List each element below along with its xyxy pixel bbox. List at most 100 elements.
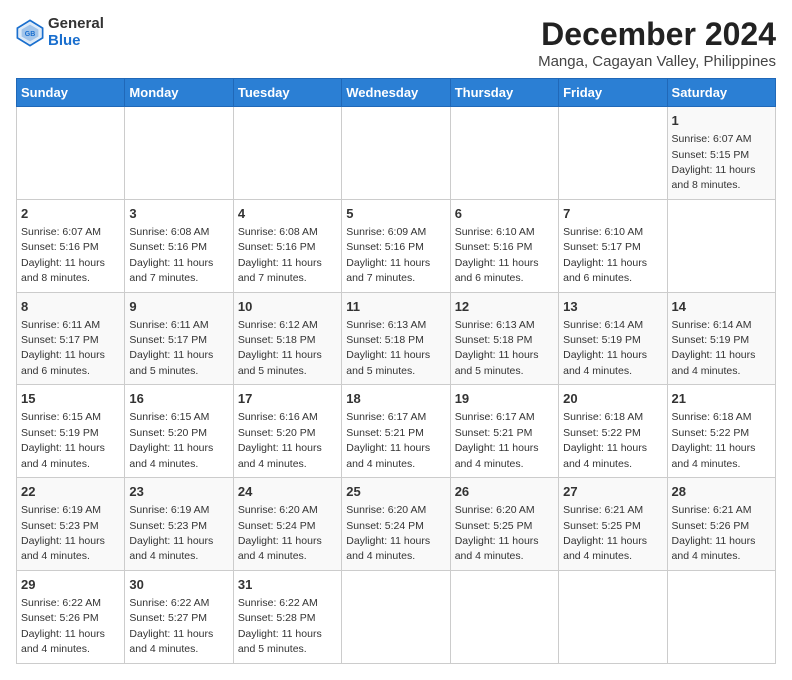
weekday-header: Wednesday <box>342 79 450 107</box>
calendar-week-row: 22 Sunrise: 6:19 AMSunset: 5:23 PMDayligh… <box>17 478 776 571</box>
day-number: 3 <box>129 205 228 223</box>
day-number: 23 <box>129 483 228 501</box>
calendar-week-row: 29 Sunrise: 6:22 AMSunset: 5:26 PMDayligh… <box>17 570 776 663</box>
day-cell: 19 Sunrise: 6:17 AMSunset: 5:21 PMDayligh… <box>450 385 558 478</box>
day-number: 7 <box>563 205 662 223</box>
day-info: Sunrise: 6:08 AMSunset: 5:16 PMDaylight:… <box>129 226 213 284</box>
page-header: GB General Blue December 2024 Manga, Cag… <box>16 16 776 70</box>
day-cell: 1 Sunrise: 6:07 AMSunset: 5:15 PMDaylight… <box>667 107 775 200</box>
day-info: Sunrise: 6:11 AMSunset: 5:17 PMDaylight:… <box>129 319 213 377</box>
day-cell: 27 Sunrise: 6:21 AMSunset: 5:25 PMDayligh… <box>559 478 667 571</box>
day-cell: 24 Sunrise: 6:20 AMSunset: 5:24 PMDayligh… <box>233 478 341 571</box>
calendar-week-row: 8 Sunrise: 6:11 AMSunset: 5:17 PMDaylight… <box>17 292 776 385</box>
day-number: 4 <box>238 205 337 223</box>
day-cell: 5 Sunrise: 6:09 AMSunset: 5:16 PMDaylight… <box>342 199 450 292</box>
empty-day-cell <box>17 107 125 200</box>
day-cell: 4Sunrise: 6:08 AMSunset: 5:16 PMDaylight… <box>233 199 341 292</box>
empty-day-cell <box>450 570 558 663</box>
day-info: Sunrise: 6:18 AMSunset: 5:22 PMDaylight:… <box>563 411 647 469</box>
day-info: Sunrise: 6:07 AMSunset: 5:15 PMDaylight:… <box>672 133 756 191</box>
weekday-header-row: SundayMondayTuesdayWednesdayThursdayFrid… <box>17 79 776 107</box>
day-number: 21 <box>672 390 771 408</box>
day-cell: 17Sunrise: 6:16 AMSunset: 5:20 PMDayligh… <box>233 385 341 478</box>
day-info: Sunrise: 6:15 AMSunset: 5:19 PMDaylight:… <box>21 411 105 469</box>
day-cell: 2 Sunrise: 6:07 AMSunset: 5:16 PMDaylight… <box>17 199 125 292</box>
day-cell: 25 Sunrise: 6:20 AMSunset: 5:24 PMDayligh… <box>342 478 450 571</box>
day-number: 29 <box>21 576 120 594</box>
day-number: 11 <box>346 298 445 316</box>
day-info: Sunrise: 6:22 AMSunset: 5:27 PMDaylight:… <box>129 597 213 655</box>
day-info: Sunrise: 6:13 AMSunset: 5:18 PMDaylight:… <box>346 319 430 377</box>
day-number: 16 <box>129 390 228 408</box>
day-number: 15 <box>21 390 120 408</box>
day-number: 30 <box>129 576 228 594</box>
day-info: Sunrise: 6:10 AMSunset: 5:17 PMDaylight:… <box>563 226 647 284</box>
day-info: Sunrise: 6:12 AMSunset: 5:18 PMDaylight:… <box>238 319 322 377</box>
day-info: Sunrise: 6:17 AMSunset: 5:21 PMDaylight:… <box>346 411 430 469</box>
day-number: 17 <box>238 390 337 408</box>
logo-general: General <box>48 16 104 33</box>
day-cell: 28Sunrise: 6:21 AMSunset: 5:26 PMDayligh… <box>667 478 775 571</box>
logo-blue: Blue <box>48 33 104 50</box>
day-number: 1 <box>672 112 771 130</box>
empty-day-cell <box>559 570 667 663</box>
day-number: 31 <box>238 576 337 594</box>
day-cell: 3 Sunrise: 6:08 AMSunset: 5:16 PMDaylight… <box>125 199 233 292</box>
empty-day-cell <box>233 107 341 200</box>
day-cell: 12Sunrise: 6:13 AMSunset: 5:18 PMDayligh… <box>450 292 558 385</box>
day-info: Sunrise: 6:21 AMSunset: 5:25 PMDaylight:… <box>563 504 647 562</box>
day-number: 27 <box>563 483 662 501</box>
day-info: Sunrise: 6:07 AMSunset: 5:16 PMDaylight:… <box>21 226 105 284</box>
day-info: Sunrise: 6:14 AMSunset: 5:19 PMDaylight:… <box>563 319 647 377</box>
logo-text: General Blue <box>48 16 104 49</box>
day-number: 19 <box>455 390 554 408</box>
empty-day-cell <box>667 570 775 663</box>
empty-day-cell <box>342 107 450 200</box>
day-info: Sunrise: 6:20 AMSunset: 5:24 PMDaylight:… <box>238 504 322 562</box>
day-cell: 15 Sunrise: 6:15 AMSunset: 5:19 PMDayligh… <box>17 385 125 478</box>
calendar-subtitle: Manga, Cagayan Valley, Philippines <box>538 53 776 70</box>
day-info: Sunrise: 6:09 AMSunset: 5:16 PMDaylight:… <box>346 226 430 284</box>
day-number: 25 <box>346 483 445 501</box>
day-cell: 23 Sunrise: 6:19 AMSunset: 5:23 PMDayligh… <box>125 478 233 571</box>
day-info: Sunrise: 6:10 AMSunset: 5:16 PMDaylight:… <box>455 226 539 284</box>
day-info: Sunrise: 6:17 AMSunset: 5:21 PMDaylight:… <box>455 411 539 469</box>
day-info: Sunrise: 6:15 AMSunset: 5:20 PMDaylight:… <box>129 411 213 469</box>
day-number: 8 <box>21 298 120 316</box>
day-number: 9 <box>129 298 228 316</box>
day-number: 24 <box>238 483 337 501</box>
day-cell: 6Sunrise: 6:10 AMSunset: 5:16 PMDaylight… <box>450 199 558 292</box>
day-info: Sunrise: 6:20 AMSunset: 5:24 PMDaylight:… <box>346 504 430 562</box>
calendar-week-row: 15 Sunrise: 6:15 AMSunset: 5:19 PMDayligh… <box>17 385 776 478</box>
day-cell: 21 Sunrise: 6:18 AMSunset: 5:22 PMDayligh… <box>667 385 775 478</box>
day-number: 10 <box>238 298 337 316</box>
weekday-header: Sunday <box>17 79 125 107</box>
day-cell: 31Sunrise: 6:22 AMSunset: 5:28 PMDayligh… <box>233 570 341 663</box>
day-info: Sunrise: 6:22 AMSunset: 5:26 PMDaylight:… <box>21 597 105 655</box>
day-number: 22 <box>21 483 120 501</box>
logo: GB General Blue <box>16 16 104 49</box>
day-number: 13 <box>563 298 662 316</box>
title-block: December 2024 Manga, Cagayan Valley, Phi… <box>538 16 776 70</box>
empty-day-cell <box>125 107 233 200</box>
empty-day-cell <box>450 107 558 200</box>
day-cell: 13 Sunrise: 6:14 AMSunset: 5:19 PMDayligh… <box>559 292 667 385</box>
day-number: 12 <box>455 298 554 316</box>
logo-icon: GB <box>16 19 44 47</box>
day-cell: 18Sunrise: 6:17 AMSunset: 5:21 PMDayligh… <box>342 385 450 478</box>
day-number: 2 <box>21 205 120 223</box>
calendar-week-row: 1 Sunrise: 6:07 AMSunset: 5:15 PMDaylight… <box>17 107 776 200</box>
empty-day-cell <box>342 570 450 663</box>
day-number: 5 <box>346 205 445 223</box>
svg-text:GB: GB <box>25 30 36 37</box>
day-number: 26 <box>455 483 554 501</box>
day-cell: 10 Sunrise: 6:12 AMSunset: 5:18 PMDayligh… <box>233 292 341 385</box>
day-info: Sunrise: 6:21 AMSunset: 5:26 PMDaylight:… <box>672 504 756 562</box>
calendar-title: December 2024 <box>538 16 776 53</box>
weekday-header: Monday <box>125 79 233 107</box>
day-info: Sunrise: 6:18 AMSunset: 5:22 PMDaylight:… <box>672 411 756 469</box>
day-info: Sunrise: 6:19 AMSunset: 5:23 PMDaylight:… <box>129 504 213 562</box>
day-number: 14 <box>672 298 771 316</box>
day-info: Sunrise: 6:20 AMSunset: 5:25 PMDaylight:… <box>455 504 539 562</box>
weekday-header: Friday <box>559 79 667 107</box>
